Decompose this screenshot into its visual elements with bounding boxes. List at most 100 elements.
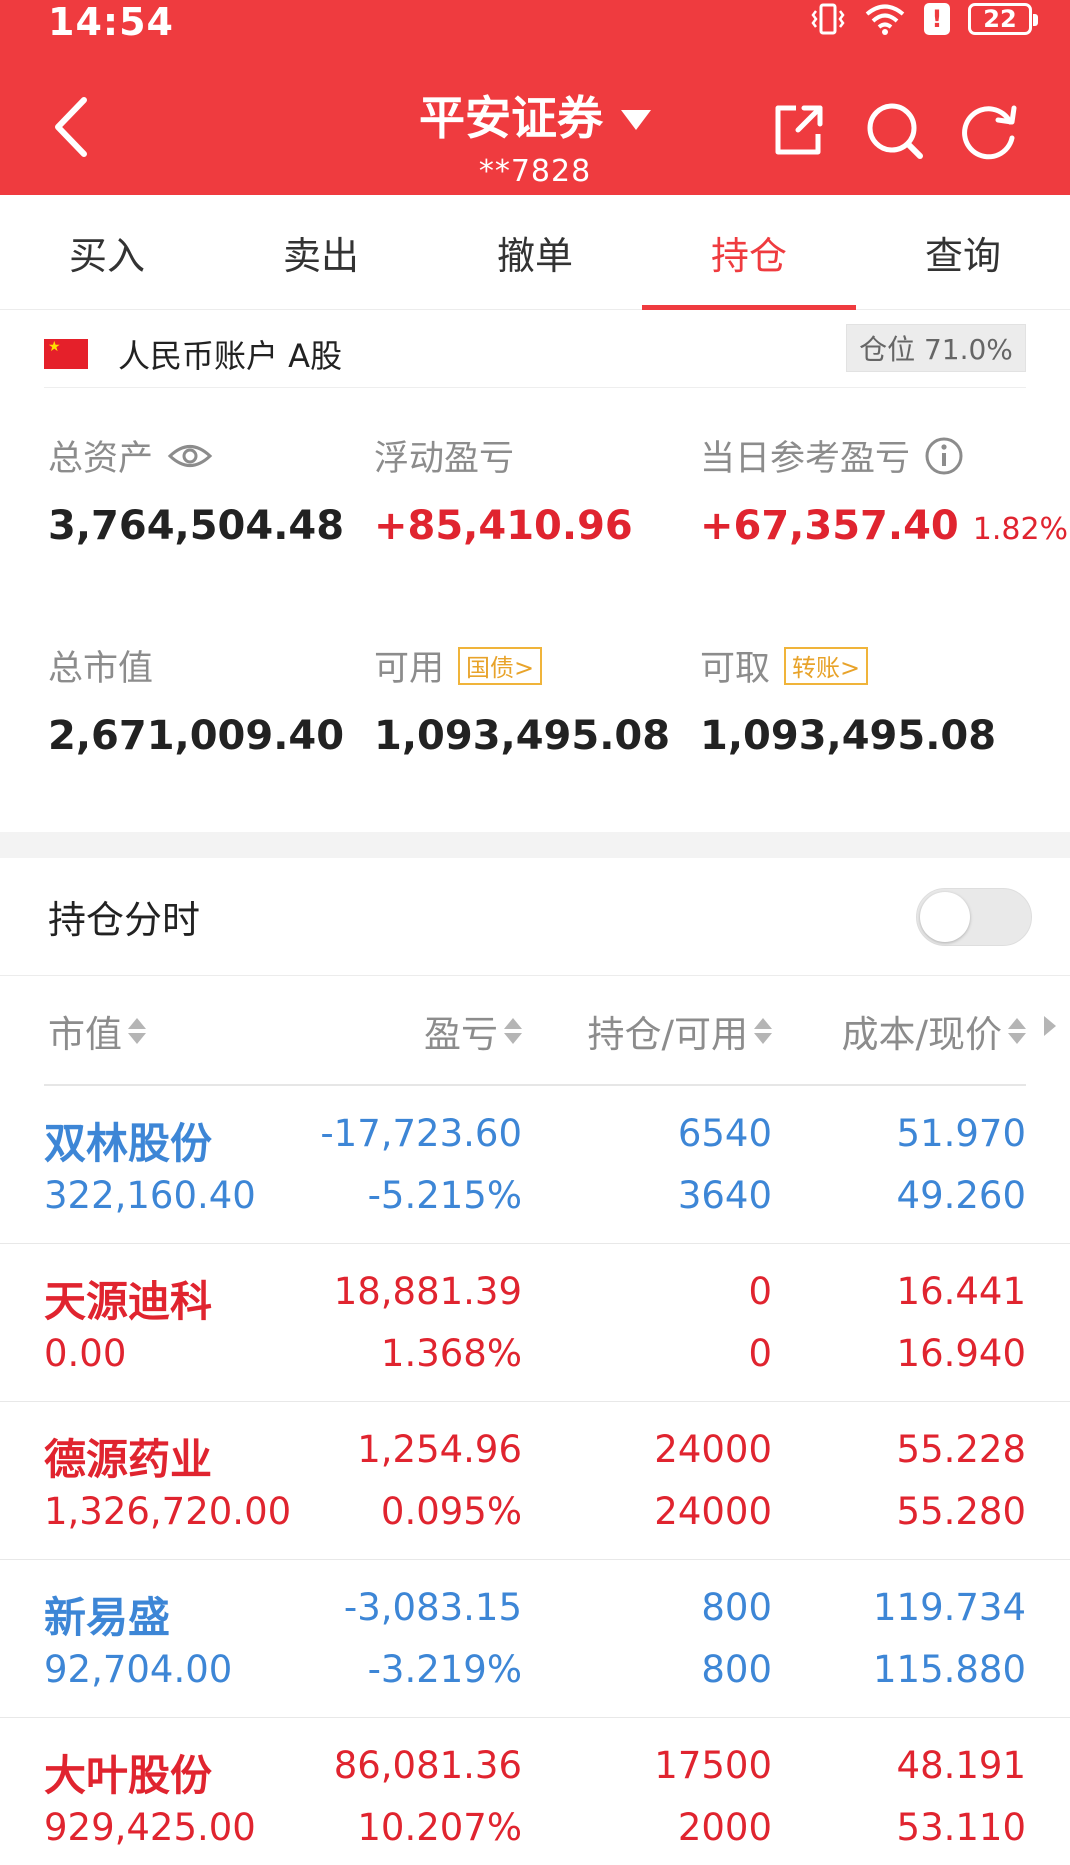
- stock-price: 49.260: [896, 1174, 1026, 1217]
- stock-name: 双林股份: [44, 1119, 213, 1168]
- available-label: 可用: [374, 649, 445, 689]
- tab-holdings[interactable]: 持仓: [642, 195, 856, 310]
- app-header: 14:54 ! 22 平安证券 **7828: [0, 0, 1070, 195]
- stock-holding: 0: [748, 1270, 772, 1313]
- stock-pnl: 86,081.36: [333, 1744, 522, 1787]
- stock-pnl-percent: -3.219%: [367, 1648, 522, 1691]
- header-cost-price[interactable]: 成本/现价: [842, 1004, 1026, 1058]
- stock-market-value: 929,425.00: [44, 1806, 256, 1849]
- stock-holding: 17500: [654, 1744, 772, 1787]
- broker-name: 平安证券: [419, 91, 603, 145]
- refresh-icon[interactable]: [958, 98, 1022, 162]
- timeshare-label: 持仓分时: [48, 898, 201, 942]
- stock-price: 53.110: [896, 1806, 1026, 1849]
- daily-pnl: 当日参考盈亏 +67,357.40 1.82%: [700, 430, 1068, 549]
- withdrawable-funds: 可取 转账> 1,093,495.08: [700, 640, 996, 759]
- stock-market-value: 92,704.00: [44, 1648, 233, 1691]
- sort-icon: [754, 1018, 772, 1044]
- vibrate-icon: [811, 3, 845, 35]
- sort-icon: [1008, 1018, 1026, 1044]
- stock-cost: 55.228: [896, 1428, 1026, 1471]
- dropdown-caret-icon: [621, 110, 651, 130]
- tab-sell[interactable]: 卖出: [214, 195, 428, 310]
- tab-query[interactable]: 查询: [856, 195, 1070, 310]
- stock-cost: 48.191: [896, 1744, 1026, 1787]
- section-divider: [0, 832, 1070, 858]
- account-row: ★ 人民币账户 A股 仓位 71.0%: [44, 320, 1026, 388]
- more-columns-icon[interactable]: [1044, 1016, 1056, 1036]
- stock-pnl: -3,083.15: [343, 1586, 522, 1629]
- table-row[interactable]: 新易盛 92,704.00 -3,083.15 -3.219% 800 800 …: [0, 1560, 1070, 1718]
- stock-market-value: 322,160.40: [44, 1174, 256, 1217]
- china-flag-icon: ★: [44, 338, 88, 369]
- market-value: 总市值 2,671,009.40: [48, 640, 344, 759]
- info-icon[interactable]: [924, 436, 964, 476]
- account-name: 人民币账户 A股: [118, 336, 343, 375]
- stock-market-value: 0.00: [44, 1332, 127, 1375]
- daily-pnl-label: 当日参考盈亏: [700, 439, 911, 479]
- floating-pnl-label: 浮动盈亏: [374, 439, 515, 479]
- stock-pnl-percent: 1.368%: [380, 1332, 522, 1375]
- floating-pnl: 浮动盈亏 +85,410.96: [374, 430, 633, 549]
- daily-pnl-value: +67,357.40: [700, 503, 959, 549]
- floating-pnl-value: +85,410.96: [374, 503, 633, 549]
- header-holding-available[interactable]: 持仓/可用: [588, 1004, 772, 1058]
- header-pnl[interactable]: 盈亏: [424, 1004, 522, 1058]
- table-row[interactable]: 天源迪科 0.00 18,881.39 1.368% 0 0 16.441 16…: [0, 1244, 1070, 1402]
- stock-price: 55.280: [896, 1490, 1026, 1533]
- header-market-value[interactable]: 市值: [48, 1004, 146, 1058]
- stock-price: 16.940: [896, 1332, 1026, 1375]
- available-funds: 可用 国债> 1,093,495.08: [374, 640, 670, 759]
- stock-pnl-percent: 10.207%: [357, 1806, 522, 1849]
- holdings-table-header: 市值 盈亏 持仓/可用 成本/现价: [0, 976, 1070, 1086]
- stock-name: 新易盛: [44, 1593, 171, 1642]
- stock-available: 0: [748, 1332, 772, 1375]
- share-icon[interactable]: [766, 98, 830, 162]
- market-value-value: 2,671,009.40: [48, 713, 345, 759]
- stock-name: 天源迪科: [44, 1277, 213, 1326]
- stock-name: 大叶股份: [44, 1751, 213, 1800]
- table-row[interactable]: 德源药业 1,326,720.00 1,254.96 0.095% 24000 …: [0, 1402, 1070, 1560]
- timeshare-toggle[interactable]: [916, 888, 1032, 946]
- market-value-label: 总市值: [48, 649, 154, 689]
- stock-name: 德源药业: [44, 1435, 213, 1484]
- tab-buy[interactable]: 买入: [0, 195, 214, 310]
- stock-pnl: 1,254.96: [357, 1428, 522, 1471]
- tab-cancel-order[interactable]: 撤单: [428, 195, 642, 310]
- stock-pnl: 18,881.39: [333, 1270, 522, 1313]
- status-time: 14:54: [48, 0, 174, 44]
- stock-price: 115.880: [872, 1648, 1026, 1691]
- total-assets-label: 总资产: [48, 439, 154, 479]
- trade-tabs: 买入 卖出 撤单 持仓 查询: [0, 195, 1070, 310]
- stock-pnl: -17,723.60: [320, 1112, 522, 1155]
- eye-icon[interactable]: [167, 439, 213, 473]
- alert-icon: !: [924, 3, 950, 35]
- stock-market-value: 1,326,720.00: [44, 1490, 292, 1533]
- wifi-icon: [865, 4, 905, 35]
- battery-icon: 22: [968, 3, 1038, 35]
- stock-available: 800: [701, 1648, 772, 1691]
- sort-icon: [128, 1018, 146, 1044]
- table-row[interactable]: 大叶股份 929,425.00 86,081.36 10.207% 17500 …: [0, 1718, 1070, 1865]
- stock-cost: 119.734: [872, 1586, 1026, 1629]
- transfer-button[interactable]: 转账>: [784, 646, 869, 685]
- treasury-bond-button[interactable]: 国债>: [458, 646, 543, 685]
- available-value: 1,093,495.08: [374, 713, 671, 759]
- stock-available: 3640: [677, 1174, 772, 1217]
- stock-holding: 6540: [677, 1112, 772, 1155]
- broker-selector[interactable]: 平安证券: [419, 82, 651, 148]
- stock-holding: 800: [701, 1586, 772, 1629]
- stock-pnl-percent: 0.095%: [380, 1490, 522, 1533]
- table-row[interactable]: 双林股份 322,160.40 -17,723.60 -5.215% 6540 …: [0, 1086, 1070, 1244]
- stock-cost: 51.970: [896, 1112, 1026, 1155]
- search-icon[interactable]: [862, 98, 926, 162]
- stock-available: 24000: [654, 1490, 772, 1533]
- status-icons: ! 22: [810, 2, 1038, 36]
- total-assets-value: 3,764,504.48: [48, 503, 345, 549]
- position-ratio-badge: 仓位 71.0%: [846, 324, 1026, 372]
- stock-pnl-percent: -5.215%: [367, 1174, 522, 1217]
- sort-icon: [504, 1018, 522, 1044]
- timeshare-row: 持仓分时: [0, 858, 1070, 976]
- stock-available: 2000: [677, 1806, 772, 1849]
- toggle-knob: [920, 892, 970, 942]
